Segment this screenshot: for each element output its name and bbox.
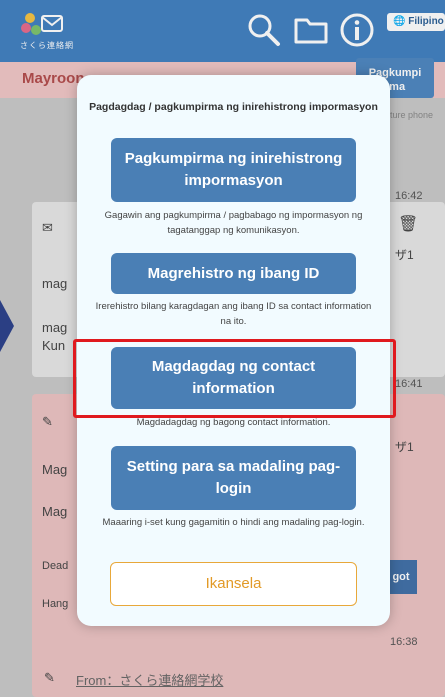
- dialog-title: Pagdagdag / pagkumpirma ng inirehistrong…: [89, 101, 378, 113]
- action-description: Gagawin ang pagkumpirma / pagbabago ng i…: [104, 210, 363, 236]
- action-description: Irerehistro bilang karagdagan ang ibang …: [95, 301, 372, 327]
- highlight-box: [73, 339, 396, 418]
- action-description: Maaaring i-set kung gagamitin o hindi an…: [102, 517, 365, 528]
- easy-login-setting-button[interactable]: Setting para sa madaling pag-login: [111, 446, 356, 510]
- confirm-registered-info-button[interactable]: Pagkumpirma ng inirehistrong impormasyon: [111, 138, 356, 202]
- cancel-button[interactable]: Ikansela: [110, 562, 357, 606]
- register-other-id-button[interactable]: Magrehistro ng ibang ID: [111, 253, 356, 294]
